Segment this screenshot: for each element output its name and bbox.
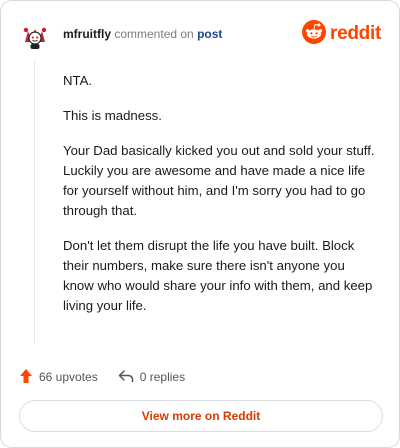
- comment-actions: 66 upvotes 0 replies: [19, 365, 205, 389]
- comment-byline: mfruitfly commented on post: [63, 26, 222, 42]
- reddit-wordmark: reddit: [330, 23, 381, 44]
- reddit-logo-icon: [302, 19, 327, 49]
- comment-paragraph: Don't let them disrupt the life you have…: [63, 238, 373, 313]
- upvote-arrow-icon: [19, 368, 33, 387]
- upvote-button[interactable]: 66 upvotes: [19, 368, 98, 387]
- reply-count: 0 replies: [139, 370, 186, 384]
- embedded-comment-card: mfruitfly commented on post reddit NTA. …: [0, 0, 400, 448]
- thread-line: [34, 61, 35, 343]
- comment-paragraph: NTA.: [63, 73, 93, 88]
- comment-body: NTA. This is madness. Your Dad basically…: [63, 71, 379, 331]
- upvote-count: 66 upvotes: [39, 370, 98, 384]
- post-link[interactable]: post: [197, 27, 222, 41]
- comment-action-text: commented on: [114, 27, 194, 41]
- reply-button[interactable]: 0 replies: [118, 369, 185, 386]
- comment-paragraph: Your Dad basically kicked you out and so…: [63, 143, 375, 218]
- view-more-button[interactable]: View more on Reddit: [19, 400, 383, 432]
- reply-arrow-icon: [118, 369, 134, 386]
- comment-header: mfruitfly commented on post reddit: [19, 19, 383, 51]
- reddit-snoo-avatar-icon[interactable]: [19, 19, 51, 51]
- comment-paragraph: This is madness.: [63, 108, 162, 123]
- reddit-brand[interactable]: reddit: [302, 19, 381, 49]
- comment-author[interactable]: mfruitfly: [63, 27, 111, 41]
